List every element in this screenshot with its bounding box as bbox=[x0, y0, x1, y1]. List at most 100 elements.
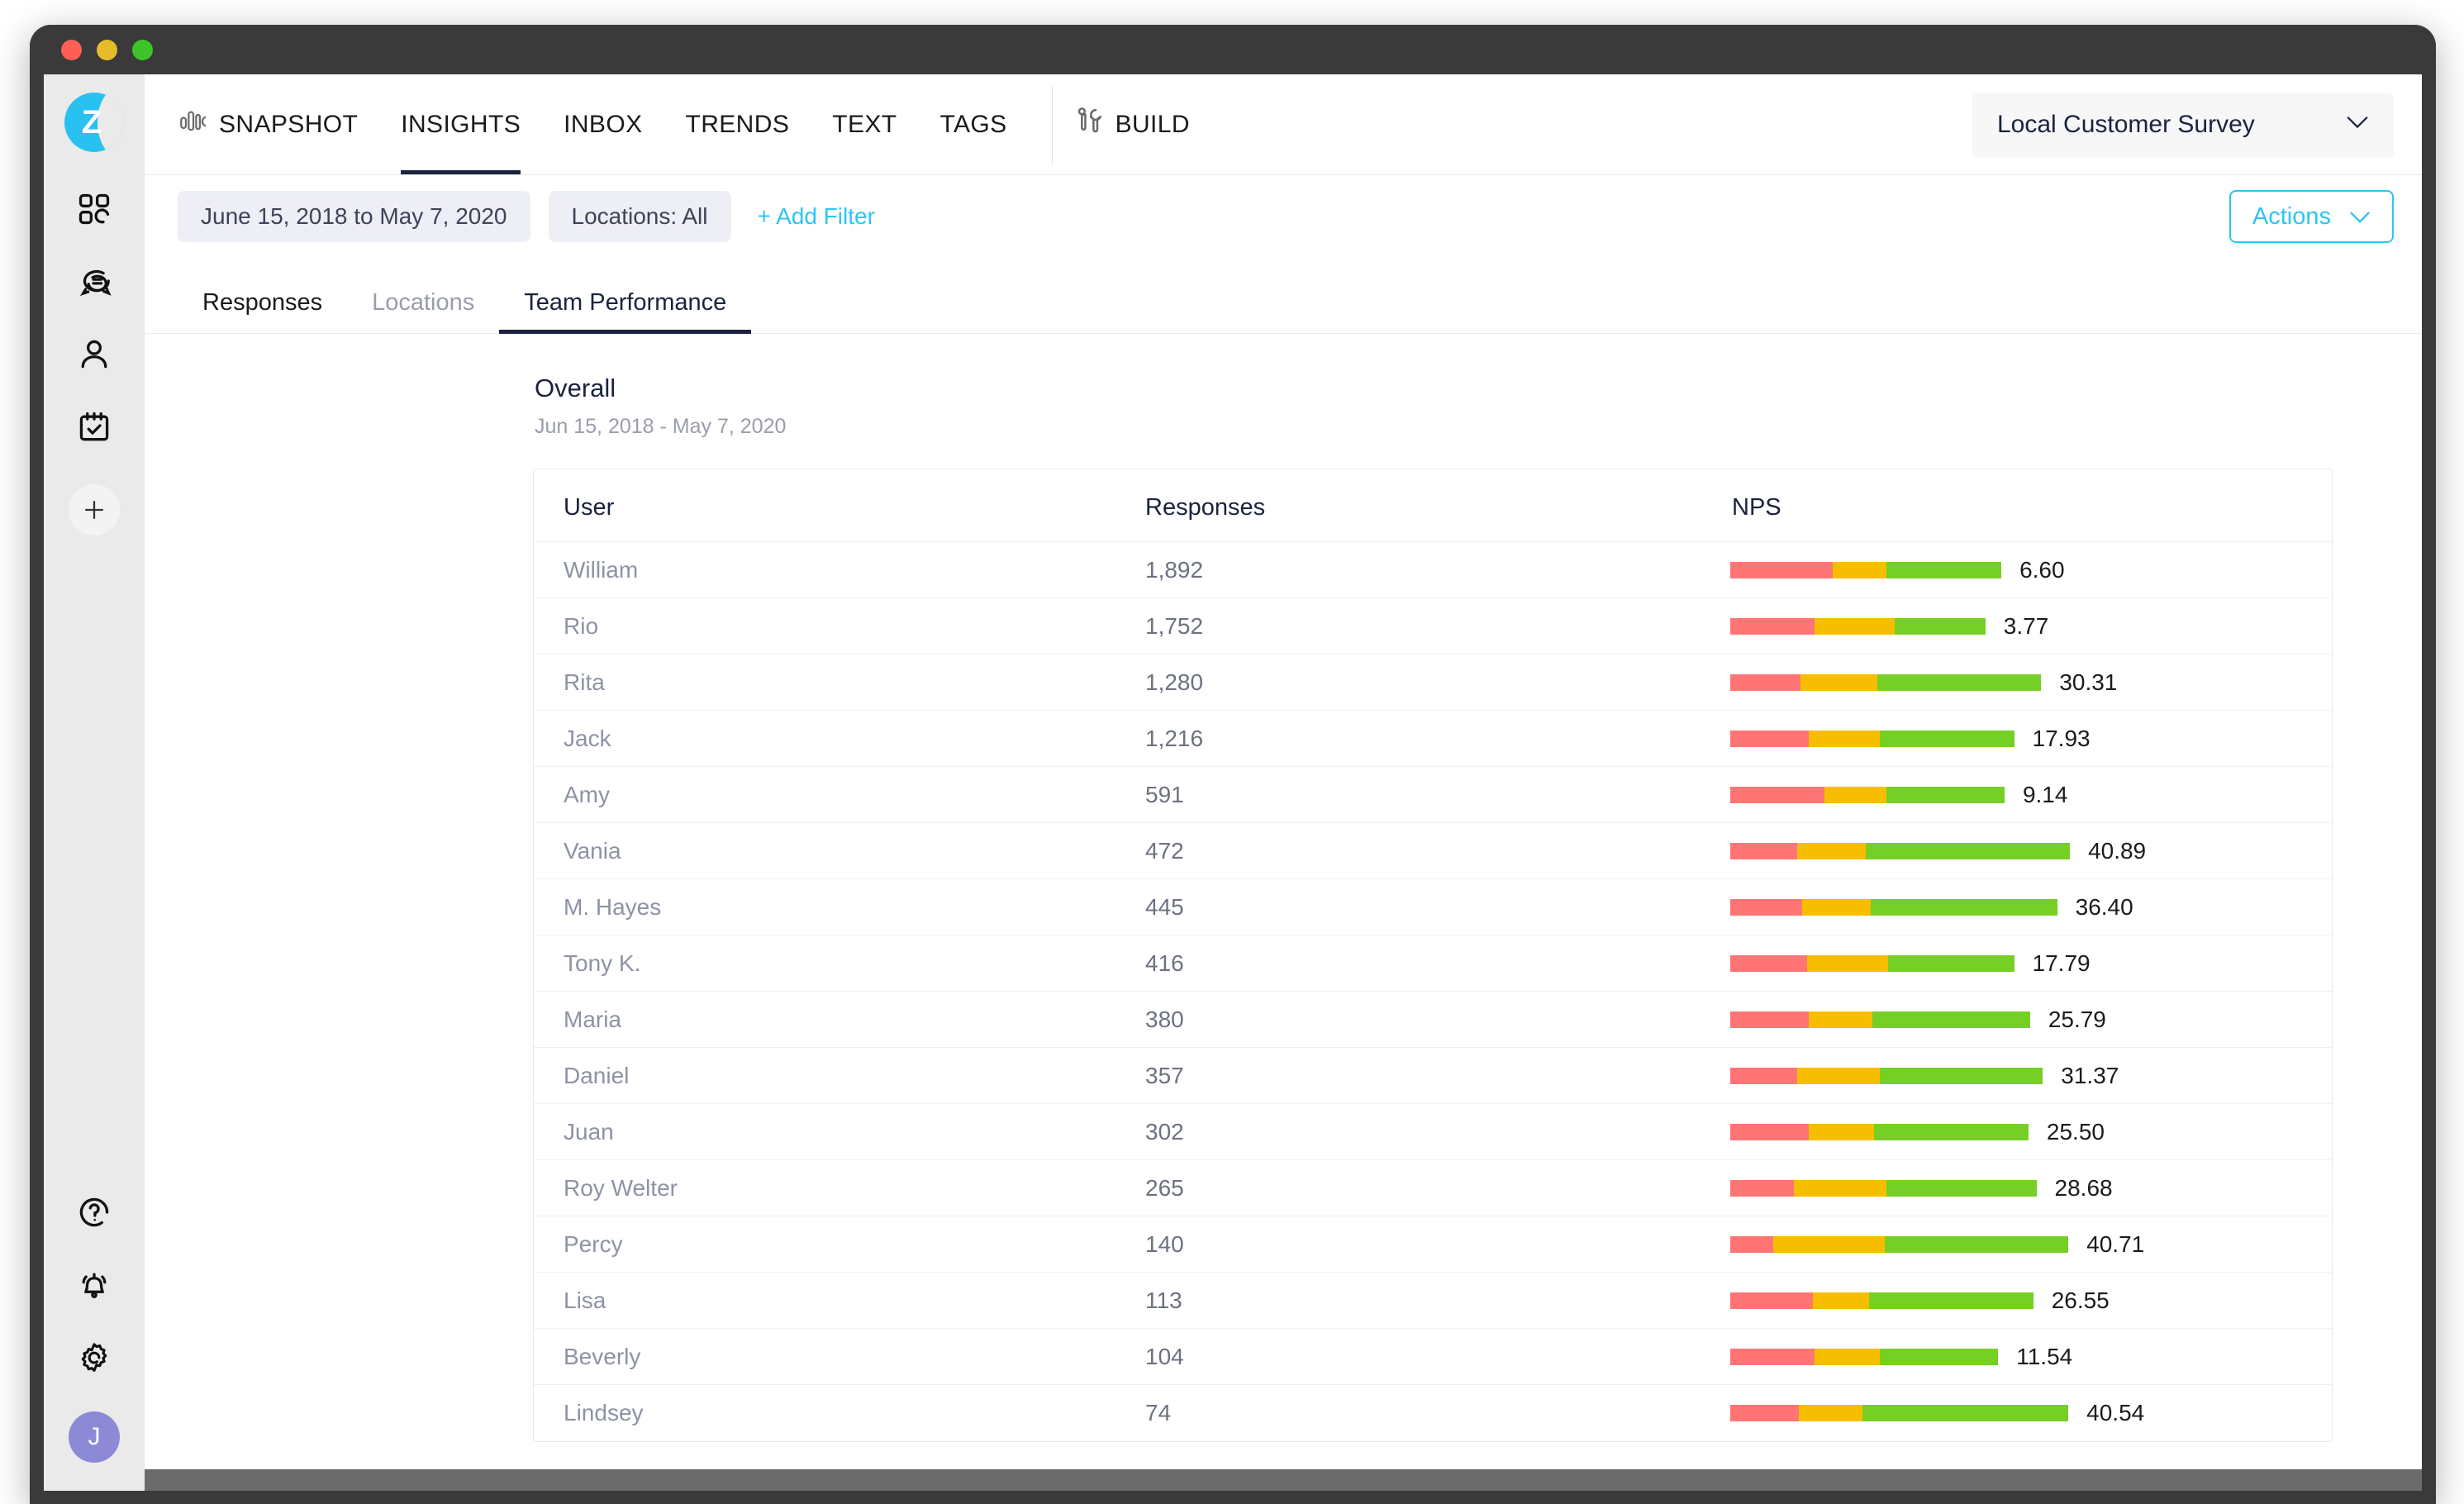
nav-item-build[interactable]: BUILD bbox=[1068, 74, 1211, 174]
sub-tabs: Responses Locations Team Performance bbox=[145, 258, 2422, 334]
actions-button-label: Actions bbox=[2252, 202, 2331, 230]
survey-selector-value: Local Customer Survey bbox=[1997, 110, 2255, 138]
nav-label-insights: INSIGHTS bbox=[401, 110, 521, 138]
nps-segment-det bbox=[1730, 1179, 1795, 1197]
nps-segment-det bbox=[1730, 1067, 1798, 1084]
nps-value: 25.79 bbox=[2048, 1006, 2106, 1032]
nps-segment-pro bbox=[1870, 898, 2057, 916]
cell-user: Maria bbox=[564, 1006, 622, 1032]
tab-responses[interactable]: Responses bbox=[178, 289, 347, 333]
cell-user: Rita bbox=[564, 669, 605, 695]
nps-segment-pro bbox=[1880, 1348, 1999, 1365]
table-row[interactable]: Lisa 113 26.55 bbox=[534, 1273, 2332, 1329]
nps-stacked-bar bbox=[1730, 1067, 2043, 1084]
table-row[interactable]: William 1,892 6.60 bbox=[534, 542, 2332, 598]
column-header-user: User bbox=[564, 494, 615, 521]
nps-segment-pas bbox=[1773, 1235, 1886, 1253]
settings-icon[interactable] bbox=[67, 1330, 121, 1385]
minimize-window-button[interactable] bbox=[97, 39, 117, 60]
nav-item-snapshot[interactable]: SNAPSHOT bbox=[171, 74, 379, 174]
nps-value: 31.37 bbox=[2061, 1062, 2119, 1088]
cell-user: Percy bbox=[564, 1230, 623, 1257]
add-button[interactable] bbox=[69, 484, 120, 535]
cell-responses: 1,280 bbox=[1145, 669, 1204, 695]
table-row[interactable]: Juan 302 25.50 bbox=[534, 1104, 2332, 1160]
nps-stacked-bar bbox=[1730, 1235, 2069, 1253]
add-filter-link[interactable]: + Add Filter bbox=[758, 203, 875, 230]
nps-value: 40.89 bbox=[2088, 837, 2147, 864]
tab-locations[interactable]: Locations bbox=[347, 289, 499, 333]
nps-segment-pas bbox=[1832, 561, 1887, 578]
cell-responses: 380 bbox=[1145, 1006, 1184, 1032]
help-icon[interactable] bbox=[67, 1185, 121, 1240]
chevron-down-icon bbox=[2349, 203, 2371, 231]
table-row[interactable]: Rio 1,752 3.77 bbox=[534, 598, 2332, 654]
table-row[interactable]: M. Hayes 445 36.40 bbox=[534, 879, 2332, 935]
nps-segment-pas bbox=[1794, 1179, 1887, 1197]
nav-item-text[interactable]: TEXT bbox=[811, 74, 918, 174]
nps-value: 3.77 bbox=[2003, 612, 2049, 639]
notifications-icon[interactable] bbox=[67, 1258, 121, 1312]
user-avatar[interactable]: J bbox=[69, 1411, 120, 1463]
nav-label-inbox: INBOX bbox=[564, 110, 643, 138]
table-row[interactable]: Jack 1,216 17.93 bbox=[534, 711, 2332, 767]
nps-segment-det bbox=[1730, 954, 1807, 972]
app-viewport: Z J SNAPSHOT INSIGHTS INBOX TRENDS TEXT … bbox=[44, 74, 2422, 1491]
cell-nps: 6.60 bbox=[1724, 557, 2332, 583]
nps-segment-pas bbox=[1806, 954, 1889, 972]
app-logo[interactable]: Z bbox=[64, 93, 124, 152]
browser-window: Z J SNAPSHOT INSIGHTS INBOX TRENDS TEXT … bbox=[30, 25, 2436, 1504]
nps-segment-pas bbox=[1797, 1067, 1881, 1084]
tab-team-performance[interactable]: Team Performance bbox=[499, 289, 752, 334]
cell-responses: 1,216 bbox=[1145, 725, 1204, 751]
nps-segment-pas bbox=[1801, 898, 1871, 916]
table-row[interactable]: Tony K. 416 17.79 bbox=[534, 935, 2332, 992]
cell-user: Vania bbox=[564, 837, 621, 864]
nps-segment-pro bbox=[1880, 1067, 2043, 1084]
nps-segment-det bbox=[1730, 842, 1798, 859]
nps-stacked-bar bbox=[1730, 730, 2014, 747]
table-row[interactable]: Roy Welter 265 28.68 bbox=[534, 1160, 2332, 1216]
table-row[interactable]: Rita 1,280 30.31 bbox=[534, 654, 2332, 711]
nav-item-inbox[interactable]: INBOX bbox=[542, 74, 664, 174]
cell-responses: 591 bbox=[1145, 781, 1184, 807]
bar-chart-icon bbox=[179, 109, 207, 140]
tasks-icon[interactable] bbox=[67, 400, 121, 455]
close-window-button[interactable] bbox=[61, 39, 82, 60]
table-row[interactable]: Percy 140 40.71 bbox=[534, 1216, 2332, 1273]
column-header-responses: Responses bbox=[1145, 494, 1266, 521]
table-row[interactable]: Lindsey 74 40.54 bbox=[534, 1385, 2332, 1441]
horizontal-scrollbar[interactable] bbox=[145, 1469, 2422, 1491]
nps-value: 17.79 bbox=[2032, 950, 2091, 976]
cell-nps: 40.71 bbox=[1724, 1231, 2332, 1258]
nav-item-trends[interactable]: TRENDS bbox=[664, 74, 811, 174]
nps-segment-pas bbox=[1808, 730, 1881, 747]
cell-responses: 357 bbox=[1145, 1062, 1184, 1088]
table-row[interactable]: Vania 472 40.89 bbox=[534, 823, 2332, 879]
date-range-filter[interactable]: June 15, 2018 to May 7, 2020 bbox=[178, 191, 530, 242]
survey-selector[interactable]: Local Customer Survey bbox=[1972, 92, 2394, 157]
main-area: SNAPSHOT INSIGHTS INBOX TRENDS TEXT TAGS… bbox=[145, 74, 2422, 1491]
dashboard-grid-icon[interactable] bbox=[67, 182, 121, 236]
nps-segment-det bbox=[1730, 1348, 1815, 1365]
cell-responses: 445 bbox=[1145, 893, 1184, 920]
conversations-icon[interactable] bbox=[67, 255, 121, 309]
table-row[interactable]: Maria 380 25.79 bbox=[534, 992, 2332, 1048]
nav-item-insights[interactable]: INSIGHTS bbox=[379, 74, 542, 174]
nps-stacked-bar bbox=[1730, 954, 2014, 972]
table-row[interactable]: Amy 591 9.14 bbox=[534, 767, 2332, 823]
table-row[interactable]: Beverly 104 11.54 bbox=[534, 1329, 2332, 1385]
cell-responses: 140 bbox=[1145, 1230, 1184, 1257]
nps-value: 30.31 bbox=[2059, 669, 2118, 695]
maximize-window-button[interactable] bbox=[132, 39, 153, 60]
contacts-icon[interactable] bbox=[67, 327, 121, 382]
nps-segment-pro bbox=[1868, 1292, 2034, 1309]
cell-user: M. Hayes bbox=[564, 893, 662, 920]
nav-divider bbox=[1051, 85, 1053, 164]
cell-responses: 302 bbox=[1145, 1118, 1184, 1145]
actions-button[interactable]: Actions bbox=[2229, 190, 2394, 243]
nps-value: 9.14 bbox=[2022, 781, 2068, 807]
table-row[interactable]: Daniel 357 31.37 bbox=[534, 1048, 2332, 1104]
locations-filter[interactable]: Locations: All bbox=[548, 191, 731, 242]
nav-item-tags[interactable]: TAGS bbox=[919, 74, 1029, 174]
